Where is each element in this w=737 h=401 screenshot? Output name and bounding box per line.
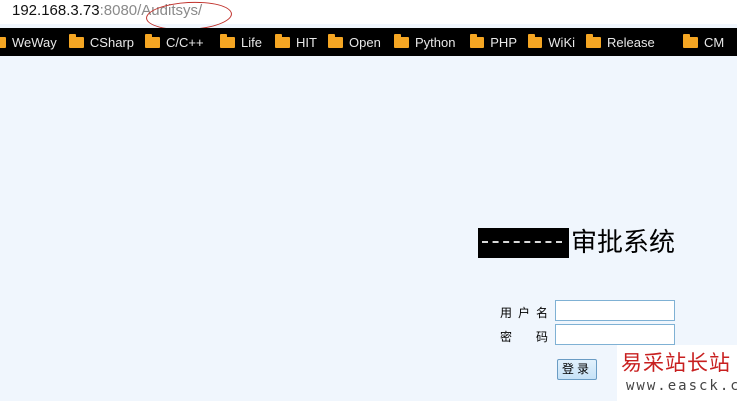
bookmark-label: HIT	[296, 34, 317, 50]
bookmark-label: Open	[349, 34, 381, 50]
redaction-block	[478, 228, 569, 258]
bookmark-release[interactable]: Release	[575, 28, 672, 56]
folder-icon	[0, 36, 6, 48]
login-button[interactable]: 登录	[557, 359, 597, 380]
bookmark-python[interactable]: Python	[383, 28, 459, 56]
folder-icon	[683, 33, 698, 48]
bookmark-label: Release	[607, 34, 655, 50]
page-title: 审批系统	[571, 228, 676, 258]
password-input[interactable]	[555, 324, 675, 345]
watermark-url: www.easck.com	[626, 378, 737, 394]
bookmark-php[interactable]: PHP	[459, 28, 517, 56]
folder-icon	[69, 33, 84, 48]
username-label: 用户名	[500, 306, 555, 320]
system-title: 审批系统	[478, 228, 675, 258]
bookmark-label: C/C++	[166, 34, 204, 50]
username-input[interactable]	[555, 300, 675, 321]
folder-icon	[328, 33, 343, 48]
folder-icon	[220, 33, 235, 48]
bookmark-label: CSharp	[89, 34, 134, 50]
url-host: 192.168.3.73	[12, 2, 100, 19]
bookmarks-bar: WeWay CSharp C/C++ Life HIT Open Python …	[0, 28, 737, 56]
folder-icon	[586, 33, 601, 48]
bookmark-weway[interactable]: WeWay	[0, 28, 58, 56]
browser-address-bar[interactable]: 192.168.3.73:8080/Auditsys/	[0, 0, 737, 33]
site-watermark: 易采站长站 www.easck.com	[617, 345, 737, 401]
bookmark-open[interactable]: Open	[317, 28, 383, 56]
bookmark-cm[interactable]: CM	[672, 28, 737, 56]
folder-icon	[528, 33, 543, 48]
bookmark-csharp[interactable]: CSharp	[58, 28, 134, 56]
bookmark-label: Life	[241, 34, 262, 50]
bookmark-label: PHP	[490, 34, 517, 50]
folder-icon	[275, 33, 290, 48]
bookmark-c-cpp[interactable]: C/C++	[134, 28, 209, 56]
bookmark-label: Python	[415, 34, 456, 50]
bookmark-label: WiKi	[548, 34, 575, 50]
bookmark-wiki[interactable]: WiKi	[517, 28, 575, 56]
bookmark-life[interactable]: Life	[209, 28, 264, 56]
folder-icon	[470, 33, 485, 48]
watermark-title: 易采站长站	[621, 351, 731, 375]
folder-icon	[394, 33, 409, 48]
folder-icon	[145, 33, 160, 48]
bookmark-label: CM	[704, 34, 725, 50]
bookmark-label: WeWay	[12, 34, 57, 50]
bookmark-hit[interactable]: HIT	[264, 28, 317, 56]
